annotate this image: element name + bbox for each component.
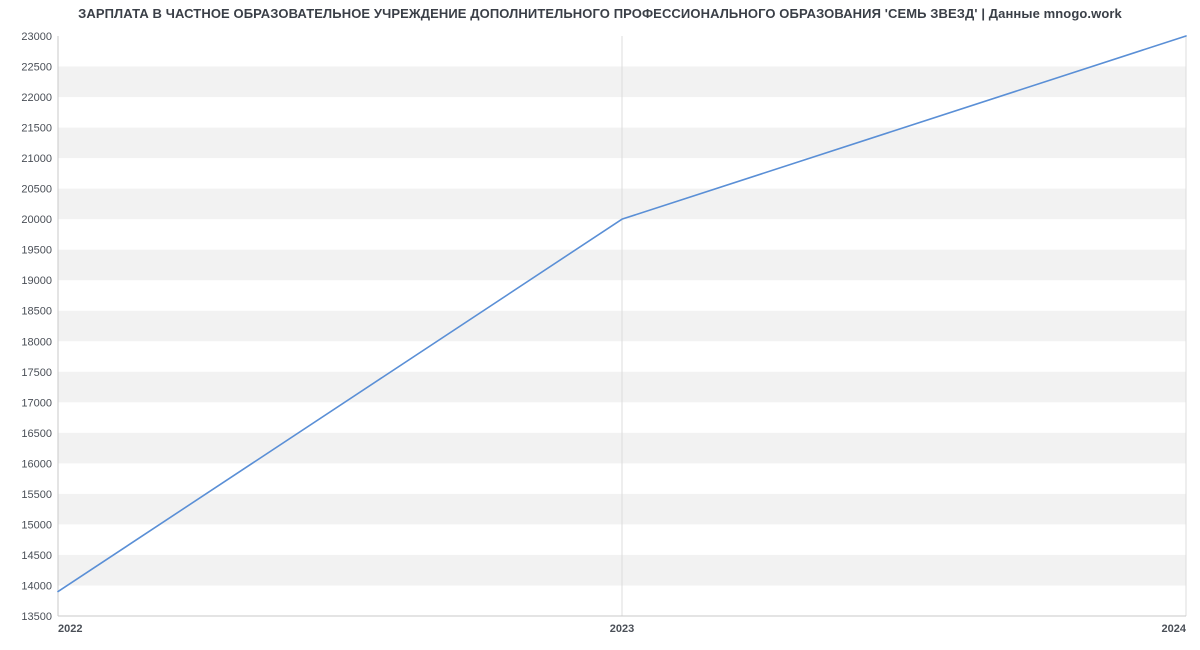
y-tick-label: 23000 <box>21 31 52 43</box>
x-tick-label: 2024 <box>1162 623 1187 635</box>
x-tick-label: 2022 <box>58 623 82 635</box>
y-tick-label: 22000 <box>21 92 52 104</box>
y-tick-label: 15500 <box>21 489 52 501</box>
y-tick-label: 22500 <box>21 62 52 74</box>
y-tick-label: 15000 <box>21 519 52 531</box>
y-tick-label: 14500 <box>21 550 52 562</box>
y-tick-label: 17000 <box>21 397 52 409</box>
y-tick-label: 19500 <box>21 245 52 257</box>
y-tick-label: 19000 <box>21 275 52 287</box>
y-tick-label: 21000 <box>21 153 52 165</box>
x-tick-label: 2023 <box>610 623 634 635</box>
line-chart: ЗАРПЛАТА В ЧАСТНОЕ ОБРАЗОВАТЕЛЬНОЕ УЧРЕЖ… <box>0 0 1200 650</box>
chart-svg: 13500 14000 14500 15000 15500 16000 16500 17000… <box>0 0 1200 650</box>
y-tick-label: 16500 <box>21 428 52 440</box>
y-tick-label: 14000 <box>21 580 52 592</box>
y-axis: 13500 14000 14500 15000 15500 16000 16500 17000… <box>21 31 52 623</box>
y-tick-label: 16000 <box>21 458 52 470</box>
y-tick-label: 18000 <box>21 336 52 348</box>
y-tick-label: 20000 <box>21 214 52 226</box>
y-tick-label: 13500 <box>21 611 52 623</box>
y-tick-label: 20500 <box>21 184 52 196</box>
y-tick-label: 21500 <box>21 123 52 135</box>
y-tick-label: 18500 <box>21 306 52 318</box>
y-tick-label: 17500 <box>21 367 52 379</box>
